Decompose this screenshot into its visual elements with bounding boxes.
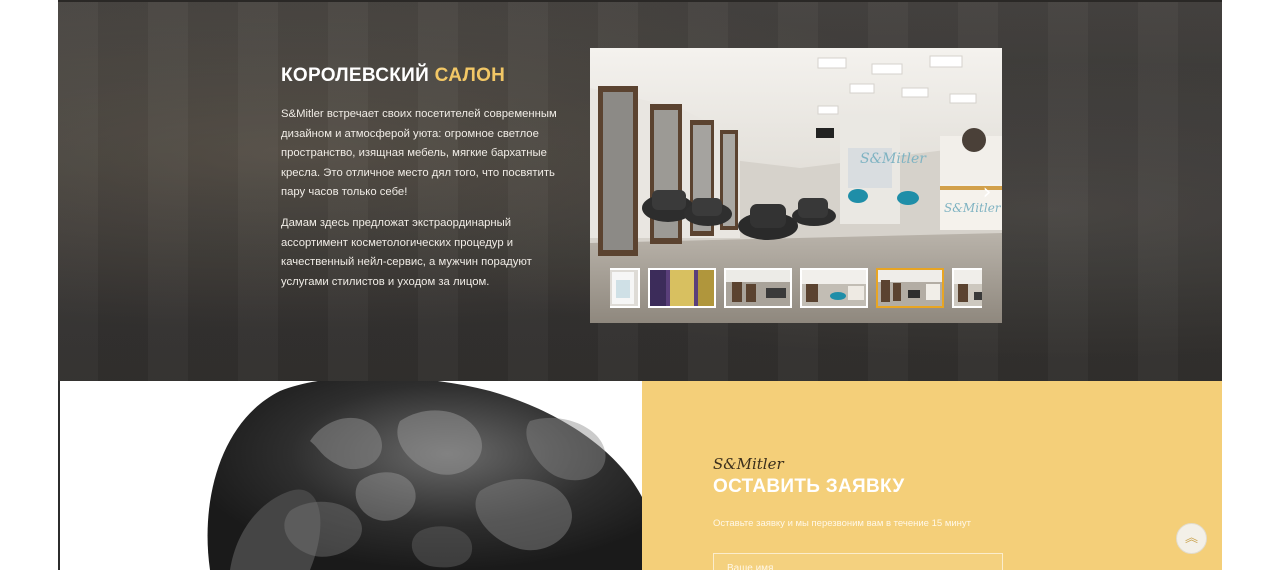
gallery-thumbnail[interactable] xyxy=(952,268,982,308)
svg-text:S&Mitler: S&Mitler xyxy=(860,151,927,167)
gallery-thumbnail[interactable] xyxy=(724,268,792,308)
double-chevron-up-icon: ︽ xyxy=(1184,531,1198,546)
salon-description-1: S&Mitler встречает своих посетителей сов… xyxy=(281,108,557,199)
gallery-thumbnails xyxy=(610,268,982,308)
order-subtitle: Оставьте заявку и мы перезвоним вам в те… xyxy=(713,518,971,529)
gallery-next-button[interactable]: › xyxy=(976,178,998,208)
order-section-row: S&Mitler ОСТАВИТЬ ЗАЯВКУ Оставьте заявку… xyxy=(58,381,1222,570)
scroll-to-top-button[interactable]: ︽ xyxy=(1176,523,1207,554)
salon-title-accent: САЛОН xyxy=(434,65,506,86)
order-form-panel: S&Mitler ОСТАВИТЬ ЗАЯВКУ Оставьте заявку… xyxy=(642,381,1222,570)
royal-salon-section: КОРОЛЕВСКИЙ САЛОН S&Mitler встречает сво… xyxy=(58,0,1222,381)
salon-description-2: Дамам здесь предложат экстраординарный а… xyxy=(281,216,532,288)
portrait-image xyxy=(58,381,642,570)
order-brand-logo: S&Mitler xyxy=(713,455,784,473)
gallery-thumbnail[interactable] xyxy=(648,268,716,308)
order-title: ОСТАВИТЬ ЗАЯВКУ xyxy=(713,476,905,497)
salon-gallery[interactable]: S&Mitler S&Mitler › xyxy=(590,48,1002,323)
gallery-thumbnail[interactable] xyxy=(800,268,868,308)
gallery-thumbnail[interactable] xyxy=(610,268,640,308)
name-input[interactable] xyxy=(713,553,1003,570)
gallery-thumbnail-active[interactable] xyxy=(876,268,944,308)
page: КОРОЛЕВСКИЙ САЛОН S&Mitler встречает сво… xyxy=(0,0,1280,570)
salon-text-block: КОРОЛЕВСКИЙ САЛОН S&Mitler встречает сво… xyxy=(281,64,571,292)
salon-title: КОРОЛЕВСКИЙ САЛОН xyxy=(281,64,571,88)
salon-title-main: КОРОЛЕВСКИЙ xyxy=(281,65,430,86)
